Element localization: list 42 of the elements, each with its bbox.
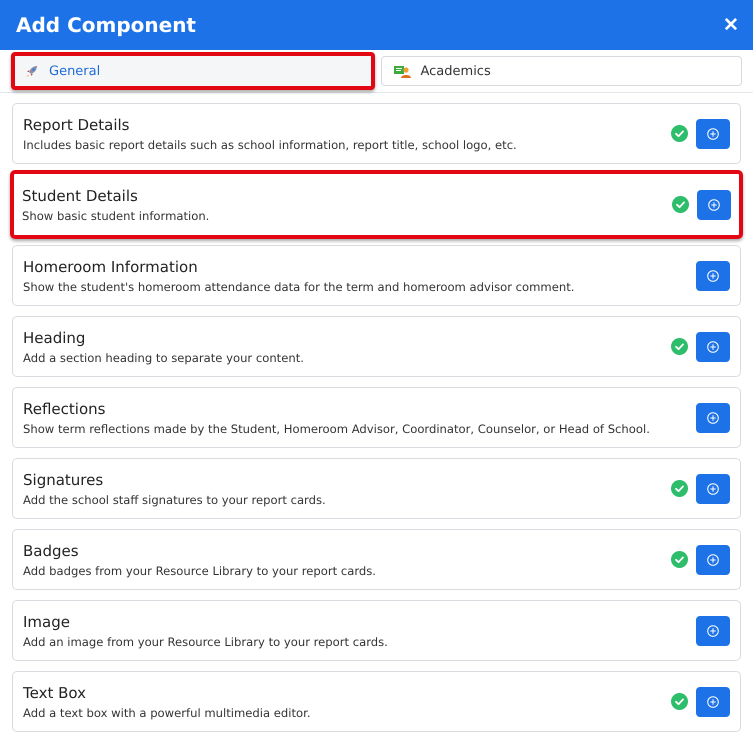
component-description: Add badges from your Resource Library to your report cards. xyxy=(23,564,377,578)
add-button[interactable] xyxy=(697,190,731,220)
rocket-icon xyxy=(25,64,39,78)
component-description: Show the student's homeroom attendance data for the term and homeroom advisor comment. xyxy=(23,280,576,294)
component-title: Heading xyxy=(23,328,86,346)
component-description: Add the school staff signatures to your report cards. xyxy=(23,492,327,506)
plus-circle-icon xyxy=(707,412,719,424)
tab[interactable]: Academics xyxy=(380,56,742,86)
component-description: Add a text box with a powerful multimedia editor. xyxy=(23,706,312,720)
component-description: Show basic student information. xyxy=(22,208,210,222)
component-title: Signatures xyxy=(23,470,104,488)
plus-circle-icon xyxy=(707,128,719,140)
add-button[interactable] xyxy=(696,260,730,290)
add-button[interactable] xyxy=(696,118,730,148)
dialog-title: Add Component xyxy=(16,13,196,37)
plus-circle-icon xyxy=(707,696,719,708)
component-title: Reflections xyxy=(23,400,106,418)
plus-circle-icon xyxy=(707,270,719,282)
component-title: Homeroom Information xyxy=(23,258,199,276)
plus-circle-icon xyxy=(707,340,719,352)
component-title: Report Details xyxy=(23,116,130,134)
component-title: Image xyxy=(23,612,71,630)
add-button[interactable] xyxy=(696,686,730,716)
component-description: Add an image from your Resource Library to your report cards. xyxy=(23,634,389,648)
add-button[interactable] xyxy=(696,544,730,574)
close-button[interactable]: ✕ xyxy=(723,13,739,37)
plus-circle-icon xyxy=(708,198,720,210)
add-button[interactable] xyxy=(696,474,730,504)
component-title: Badges xyxy=(23,542,80,560)
plus-circle-icon xyxy=(707,624,719,636)
add-button[interactable] xyxy=(696,616,730,646)
board-person-icon xyxy=(394,64,410,78)
component-description: Add a section heading to separate your content. xyxy=(23,350,305,364)
add-button[interactable] xyxy=(696,402,730,432)
component-title: Text Box xyxy=(23,684,87,702)
tab[interactable]: General xyxy=(11,52,374,90)
component-description: Show term reflections made by the Student, Homeroom Advisor, Coordinator, Counselor, or Head of School. xyxy=(23,422,651,436)
add-button[interactable] xyxy=(696,332,730,362)
plus-circle-icon xyxy=(707,482,719,494)
component-description: Includes basic report details such as school information, report title, school logo, etc. xyxy=(23,138,518,152)
plus-circle-icon xyxy=(707,554,719,566)
component-title: Student Details xyxy=(22,186,139,204)
